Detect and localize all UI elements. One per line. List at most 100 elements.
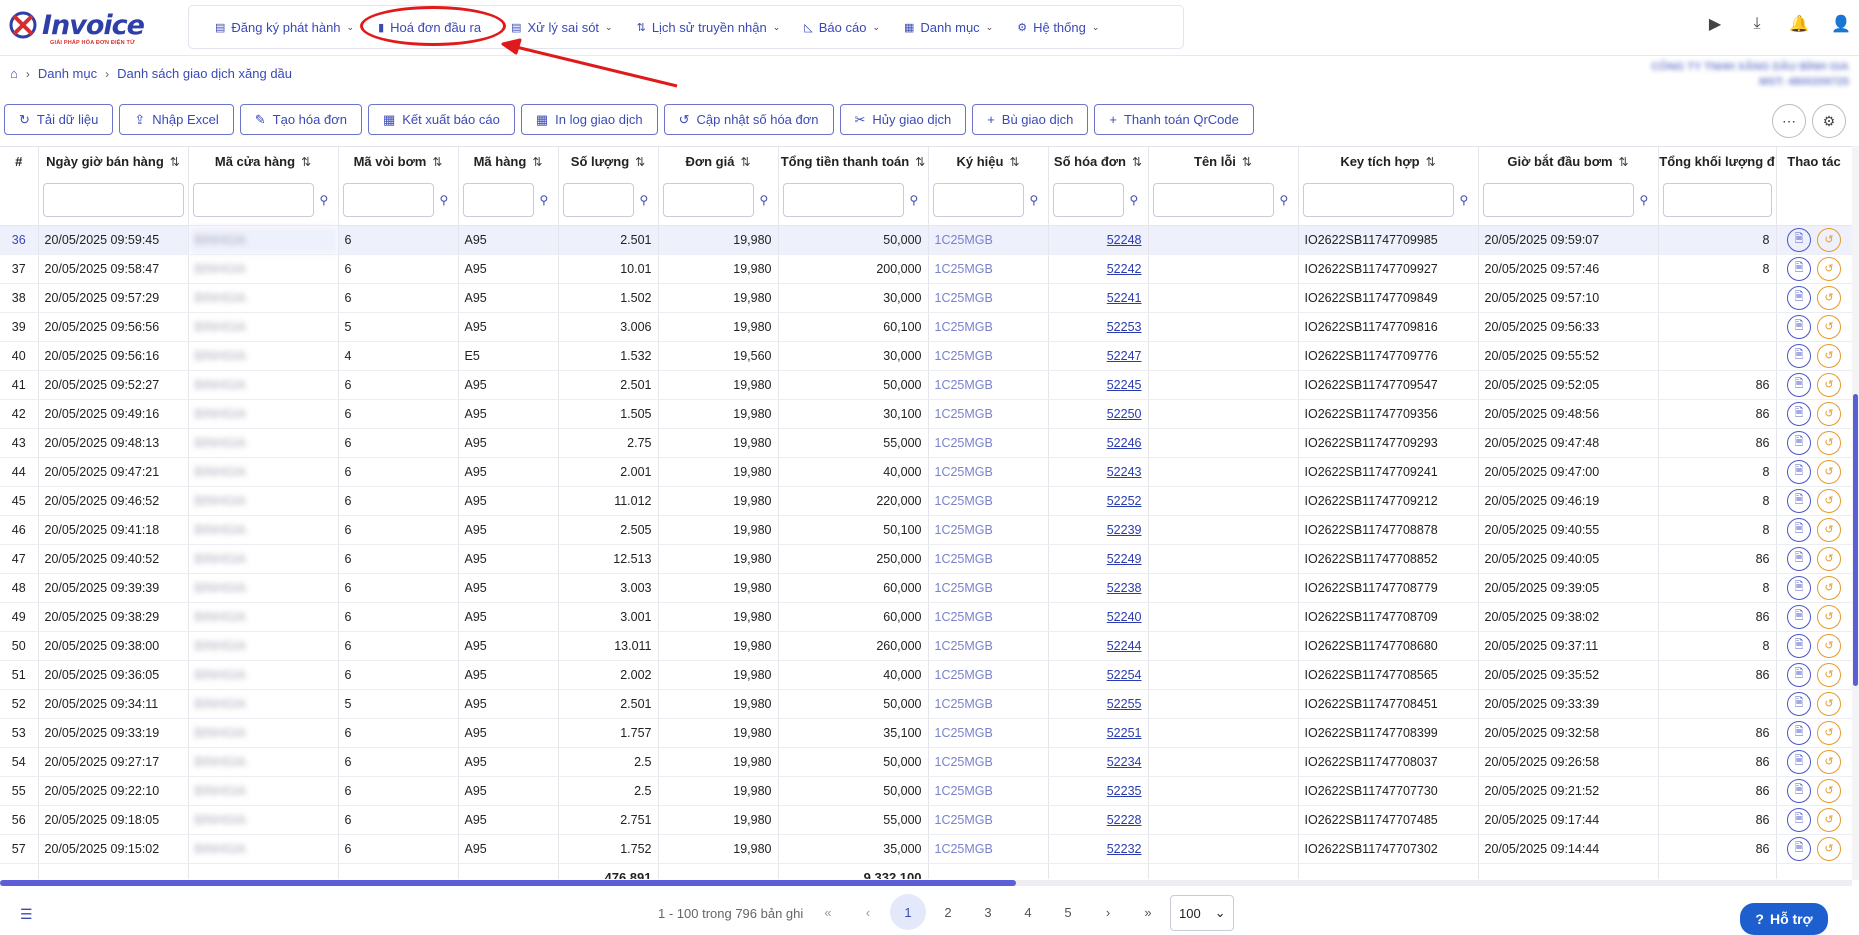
table-row[interactable]: 55 20/05/2025 09:22:10 BINHGIA 6 A95 2.5 19,98… (0, 776, 1852, 806)
invoice-number-link[interactable]: 52255 (1048, 689, 1149, 719)
filter-input[interactable] (1302, 182, 1454, 217)
column-header[interactable]: Ký hiệu ⇅ (928, 147, 1049, 175)
table-row[interactable]: 56 20/05/2025 09:18:05 BINHGIA 6 A95 2.751 19,… (0, 805, 1852, 835)
table-row[interactable]: 38 20/05/2025 09:57:29 BINHGIA 6 A95 1.502 19,… (0, 283, 1852, 313)
retry-icon[interactable]: ↺ (1817, 401, 1841, 426)
retry-icon[interactable]: ↺ (1817, 546, 1841, 571)
page-5[interactable]: 5 (1050, 894, 1086, 930)
list-view-icon[interactable]: ☰ (20, 906, 33, 923)
column-header[interactable]: Đơn giá ⇅ (658, 147, 779, 175)
view-document-icon[interactable]: 🗎 (1787, 227, 1811, 252)
page-1[interactable]: 1 (890, 894, 926, 930)
retry-icon[interactable]: ↺ (1817, 662, 1841, 687)
table-row[interactable]: 40 20/05/2025 09:56:16 BINHGIA 4 E5 1.532 19,5… (0, 341, 1852, 371)
filter-input[interactable] (1662, 182, 1772, 217)
invoice-number-link[interactable]: 52251 (1048, 718, 1149, 748)
table-row[interactable]: 46 20/05/2025 09:41:18 BINHGIA 6 A95 2.505 19,… (0, 515, 1852, 545)
column-header[interactable]: # (0, 147, 39, 175)
view-document-icon[interactable]: 🗎 (1787, 778, 1811, 803)
invoice-number-link[interactable]: 52246 (1048, 428, 1149, 458)
table-row[interactable]: 43 20/05/2025 09:48:13 BINHGIA 6 A95 2.75 19,9… (0, 428, 1852, 458)
update-invoice-number-button[interactable]: ↺ Cập nhật số hóa đơn (663, 104, 834, 135)
table-row[interactable]: 52 20/05/2025 09:34:11 BINHGIA 5 A95 2.501 19,… (0, 689, 1852, 719)
column-header[interactable]: Mã vòi bơm ⇅ (338, 147, 459, 175)
invoice-number-link[interactable]: 52253 (1048, 312, 1149, 342)
retry-icon[interactable]: ↺ (1817, 836, 1841, 861)
horizontal-scrollbar[interactable] (0, 880, 1852, 886)
qrcode-payment-button[interactable]: + Thanh toán QrCode (1094, 104, 1254, 135)
invoice-number-link[interactable]: 52245 (1048, 370, 1149, 400)
table-row[interactable]: 51 20/05/2025 09:36:05 BINHGIA 6 A95 2.002 19,… (0, 660, 1852, 690)
filter-input[interactable] (192, 182, 314, 217)
menu-item-5[interactable]: ▦ Danh mục ⌄ (892, 11, 1005, 43)
view-document-icon[interactable]: 🗎 (1787, 401, 1811, 426)
invoice-number-link[interactable]: 52234 (1048, 747, 1149, 777)
filter-input[interactable] (562, 182, 634, 217)
bell-icon[interactable]: 🔔 (1789, 14, 1809, 34)
create-invoice-button[interactable]: ✎ Tạo hóa đơn (239, 104, 362, 135)
view-document-icon[interactable]: 🗎 (1787, 575, 1811, 600)
invoice-number-link[interactable]: 52228 (1048, 805, 1149, 835)
filter-icon[interactable]: ⚲ (1280, 193, 1294, 207)
view-document-icon[interactable]: 🗎 (1787, 546, 1811, 571)
vertical-scrollbar[interactable] (1852, 146, 1859, 880)
export-report-button[interactable]: ▦ Kết xuất báo cáo (367, 104, 515, 135)
filter-input[interactable] (662, 182, 754, 217)
retry-icon[interactable]: ↺ (1817, 517, 1841, 542)
table-row[interactable]: 53 20/05/2025 09:33:19 BINHGIA 6 A95 1.757 19,… (0, 718, 1852, 748)
view-document-icon[interactable]: 🗎 (1787, 343, 1811, 368)
view-document-icon[interactable]: 🗎 (1787, 836, 1811, 861)
column-header[interactable]: Key tích hợp ⇅ (1298, 147, 1479, 175)
view-document-icon[interactable]: 🗎 (1787, 285, 1811, 310)
filter-icon[interactable]: ⚲ (1460, 193, 1474, 207)
view-document-icon[interactable]: 🗎 (1787, 372, 1811, 397)
invoice-number-link[interactable]: 52240 (1048, 602, 1149, 632)
filter-icon[interactable]: ⚲ (1640, 193, 1654, 207)
column-header[interactable]: Mã hàng ⇅ (458, 147, 559, 175)
more-options-button[interactable]: ⋯ (1772, 104, 1806, 138)
retry-icon[interactable]: ↺ (1817, 459, 1841, 484)
page-2[interactable]: 2 (930, 894, 966, 930)
invoice-number-link[interactable]: 52241 (1048, 283, 1149, 313)
retry-icon[interactable]: ↺ (1817, 430, 1841, 455)
table-row[interactable]: 47 20/05/2025 09:40:52 BINHGIA 6 A95 12.513 19… (0, 544, 1852, 574)
add-transaction-button[interactable]: + Bù giao dịch (972, 104, 1089, 135)
invoice-number-link[interactable]: 52235 (1048, 776, 1149, 806)
filter-icon[interactable]: ⚲ (910, 193, 924, 207)
invoice-number-link[interactable]: 52249 (1048, 544, 1149, 574)
view-document-icon[interactable]: 🗎 (1787, 633, 1811, 658)
view-document-icon[interactable]: 🗎 (1787, 807, 1811, 832)
view-document-icon[interactable]: 🗎 (1787, 459, 1811, 484)
sort-icon[interactable]: ⇅ (1619, 155, 1629, 169)
invoice-number-link[interactable]: 52232 (1048, 834, 1149, 864)
sort-icon[interactable]: ⇅ (1242, 155, 1252, 169)
column-header[interactable]: Ngày giờ bán hàng ⇅ (38, 147, 189, 175)
filter-input[interactable] (1482, 182, 1634, 217)
retry-icon[interactable]: ↺ (1817, 604, 1841, 629)
sort-icon[interactable]: ⇅ (170, 155, 180, 169)
page-3[interactable]: 3 (970, 894, 1006, 930)
retry-icon[interactable]: ↺ (1817, 720, 1841, 745)
cancel-transaction-button[interactable]: ✂ Hủy giao dịch (839, 104, 967, 135)
filter-icon[interactable]: ⚲ (640, 193, 654, 207)
sort-icon[interactable]: ⇅ (1132, 155, 1142, 169)
download-icon[interactable]: ⤓ (1747, 14, 1767, 34)
settings-gear-button[interactable]: ⚙ (1812, 104, 1846, 138)
retry-icon[interactable]: ↺ (1817, 778, 1841, 803)
invoice-number-link[interactable]: 52239 (1048, 515, 1149, 545)
filter-icon[interactable]: ⚲ (540, 193, 554, 207)
column-header[interactable]: Tổng khối lượng đ (1658, 147, 1777, 175)
column-header[interactable]: Thao tác (1776, 147, 1852, 175)
table-row[interactable]: 48 20/05/2025 09:39:39 BINHGIA 6 A95 3.003 19,… (0, 573, 1852, 603)
sort-icon[interactable]: ⇅ (432, 155, 442, 169)
view-document-icon[interactable]: 🗎 (1787, 517, 1811, 542)
table-row[interactable]: 37 20/05/2025 09:58:47 BINHGIA 6 A95 10.01 19,… (0, 254, 1852, 284)
filter-input[interactable] (42, 182, 184, 217)
filter-input[interactable] (1152, 182, 1274, 217)
retry-icon[interactable]: ↺ (1817, 343, 1841, 368)
table-row[interactable]: 49 20/05/2025 09:38:29 BINHGIA 6 A95 3.001 19,… (0, 602, 1852, 632)
view-document-icon[interactable]: 🗎 (1787, 488, 1811, 513)
column-header[interactable]: Giờ bắt đầu bơm ⇅ (1478, 147, 1659, 175)
table-row[interactable]: 36 20/05/2025 09:59:45 BINHGIA 6 A95 2.501 19,… (0, 225, 1852, 255)
view-document-icon[interactable]: 🗎 (1787, 691, 1811, 716)
